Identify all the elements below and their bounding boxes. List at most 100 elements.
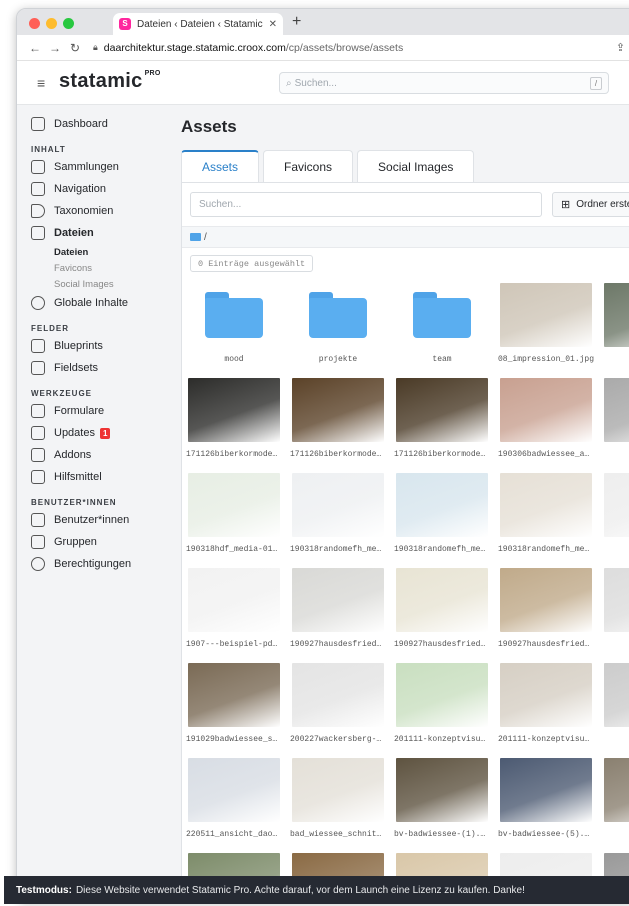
browser-tab[interactable]: S Dateien ‹ Dateien ‹ Statamic ✕ <box>113 13 283 35</box>
folder-icon[interactable] <box>190 233 201 241</box>
asset-item[interactable]: 190927hausdesfriedens_s... <box>390 568 494 663</box>
asset-item[interactable]: bv <box>598 758 629 853</box>
asset-item[interactable]: 171126biberkormodellbild... <box>286 378 390 473</box>
sidebar-item-globale-inhalte[interactable]: Globale Inhalte <box>17 292 165 314</box>
close-tab-icon[interactable]: ✕ <box>269 19 277 30</box>
asset-item[interactable]: 190927hausdesfriedens_s... <box>494 568 598 663</box>
asset-item[interactable]: bv-badwiessee-(1).jpg <box>390 758 494 853</box>
asset-thumbnail <box>500 568 592 632</box>
sidebar-subitem-dateien[interactable]: Dateien <box>17 244 165 260</box>
asset-item[interactable]: 171126biberkormodellbild... <box>182 378 286 473</box>
sidebar-subitem-favicons[interactable]: Favicons <box>17 260 165 276</box>
back-arrow-icon[interactable]: ← <box>25 41 45 55</box>
image-preview <box>604 758 629 822</box>
asset-item[interactable]: 190306badwiessee_anbau... <box>494 378 598 473</box>
close-window-button[interactable] <box>29 18 40 29</box>
asset-thumbnail <box>500 663 592 727</box>
asset-item[interactable]: bv-badwiessee-(5).jpg <box>494 758 598 853</box>
asset-filename: 201111-konzeptvisualisier... <box>498 735 598 744</box>
sidebar-item-formulare[interactable]: Formulare <box>17 400 165 422</box>
asset-filename: mood <box>224 355 244 364</box>
asset-item[interactable]: 190318randomefh_media-... <box>390 473 494 568</box>
folder-item[interactable]: projekte <box>286 283 390 378</box>
sidebar-item-berechtigungen[interactable]: Berechtigungen <box>17 553 165 575</box>
image-preview <box>500 663 592 727</box>
asset-item[interactable]: 190927hausdesfriedens_s... <box>286 568 390 663</box>
create-folder-button[interactable]: ⊞ Ordner erste <box>552 192 629 217</box>
tab-favicons[interactable]: Favicons <box>263 150 354 182</box>
asset-item[interactable]: 191029badwiessee_story_... <box>182 663 286 758</box>
sidebar: Dashboard INHALT Sammlungen Navigation T… <box>17 105 165 901</box>
sidebar-item-dateien[interactable]: Dateien <box>17 222 165 244</box>
asset-item[interactable]: 190318hdf_media-01-(3).j... <box>182 473 286 568</box>
asset-filename: bv <box>598 830 629 839</box>
asset-item[interactable]: 1907---beispiel-pdf-aus-i... <box>182 568 286 663</box>
sidebar-subitem-social-images[interactable]: Social Images <box>17 276 165 292</box>
image-preview <box>604 663 629 727</box>
image-preview <box>188 758 280 822</box>
image-preview <box>292 378 384 442</box>
url-field[interactable]: daarchitektur.stage.statamic.croox.com/c… <box>104 42 604 54</box>
sidebar-item-updates[interactable]: Updates 1 <box>17 422 165 444</box>
license-warning-bar: Testmodus: Diese Website verwendet Stata… <box>4 876 629 904</box>
global-search-placeholder: Suchen... <box>294 77 337 89</box>
asset-thumbnail <box>292 473 384 537</box>
sidebar-item-sammlungen[interactable]: Sammlungen <box>17 156 165 178</box>
global-search-input[interactable]: ⌕ Suchen... / <box>279 72 609 94</box>
sidebar-item-addons[interactable]: Addons <box>17 444 165 466</box>
sidebar-item-benutzer[interactable]: Benutzer*innen <box>17 509 165 531</box>
sidebar-item-navigation[interactable]: Navigation <box>17 178 165 200</box>
share-icon[interactable]: ⇪ <box>616 41 625 54</box>
sidebar-item-fieldsets[interactable]: Fieldsets <box>17 357 165 379</box>
image-preview <box>500 758 592 822</box>
asset-item[interactable]: 171126biberkormodellbild... <box>390 378 494 473</box>
sidebar-item-dashboard[interactable]: Dashboard <box>17 113 165 135</box>
asset-thumbnail <box>604 283 629 347</box>
main-content: Assets Assets Favicons Social Images Suc… <box>181 105 629 901</box>
asset-filename: 220511_ansicht_daoutis.png <box>186 830 286 839</box>
forward-arrow-icon[interactable]: → <box>45 41 65 55</box>
breadcrumb: / <box>182 226 629 248</box>
form-icon <box>31 404 45 418</box>
folder-item[interactable]: team <box>390 283 494 378</box>
folder-item[interactable]: mood <box>182 283 286 378</box>
asset-item[interactable]: bad_wiessee_schnittmit-an... <box>286 758 390 853</box>
asset-item[interactable]: 200227wackersberg-61.jpg <box>286 663 390 758</box>
asset-item[interactable]: 201111-konzeptvisualisier... <box>390 663 494 758</box>
sidebar-item-label: Sammlungen <box>54 161 119 173</box>
asset-thumbnail <box>292 568 384 632</box>
asset-item[interactable]: 201111-konzeptvisualisier... <box>494 663 598 758</box>
asset-search-input[interactable]: Suchen... <box>190 192 542 217</box>
image-preview <box>188 568 280 632</box>
folder-icon <box>413 292 471 338</box>
image-preview <box>500 473 592 537</box>
asset-thumbnail <box>396 663 488 727</box>
sidebar-item-hilfsmittel[interactable]: Hilfsmittel <box>17 466 165 488</box>
asset-filename: 171126biberkormodellbild... <box>394 450 494 459</box>
asset-item[interactable]: 2011 <box>598 663 629 758</box>
new-tab-icon[interactable]: + <box>292 13 301 31</box>
asset-item[interactable]: 1903 <box>598 378 629 473</box>
statamic-logo[interactable]: statamic PRO <box>59 70 161 93</box>
asset-item[interactable]: 1708 <box>598 283 629 378</box>
asset-filename: 200227wackersberg-61.jpg <box>290 735 390 744</box>
asset-item[interactable]: 220511_ansicht_daoutis.png <box>182 758 286 853</box>
asset-item[interactable]: 190318randomefh_media-... <box>286 473 390 568</box>
tab-social-images[interactable]: Social Images <box>357 150 475 182</box>
asset-item[interactable]: 08_impression_01.jpg <box>494 283 598 378</box>
create-folder-label: Ordner erste <box>576 199 629 210</box>
asset-thumbnail <box>188 378 280 442</box>
asset-filename: 190318randomefh_media-... <box>290 545 390 554</box>
tab-assets[interactable]: Assets <box>181 150 260 182</box>
sidebar-item-blueprints[interactable]: Blueprints <box>17 335 165 357</box>
sidebar-item-gruppen[interactable]: Gruppen <box>17 531 165 553</box>
minimize-window-button[interactable] <box>46 18 57 29</box>
hamburger-menu-icon[interactable]: ≡ <box>37 75 45 91</box>
sidebar-item-taxonomien[interactable]: Taxonomien <box>17 200 165 222</box>
asset-item[interactable]: 1909 <box>598 568 629 663</box>
maximize-window-button[interactable] <box>63 18 74 29</box>
asset-item[interactable]: 190318randomefh_media1... <box>494 473 598 568</box>
asset-item[interactable]: 1907 <box>598 473 629 568</box>
reload-icon[interactable]: ↻ <box>65 41 85 55</box>
asset-filename: bv-badwiessee-(1).jpg <box>394 830 494 839</box>
